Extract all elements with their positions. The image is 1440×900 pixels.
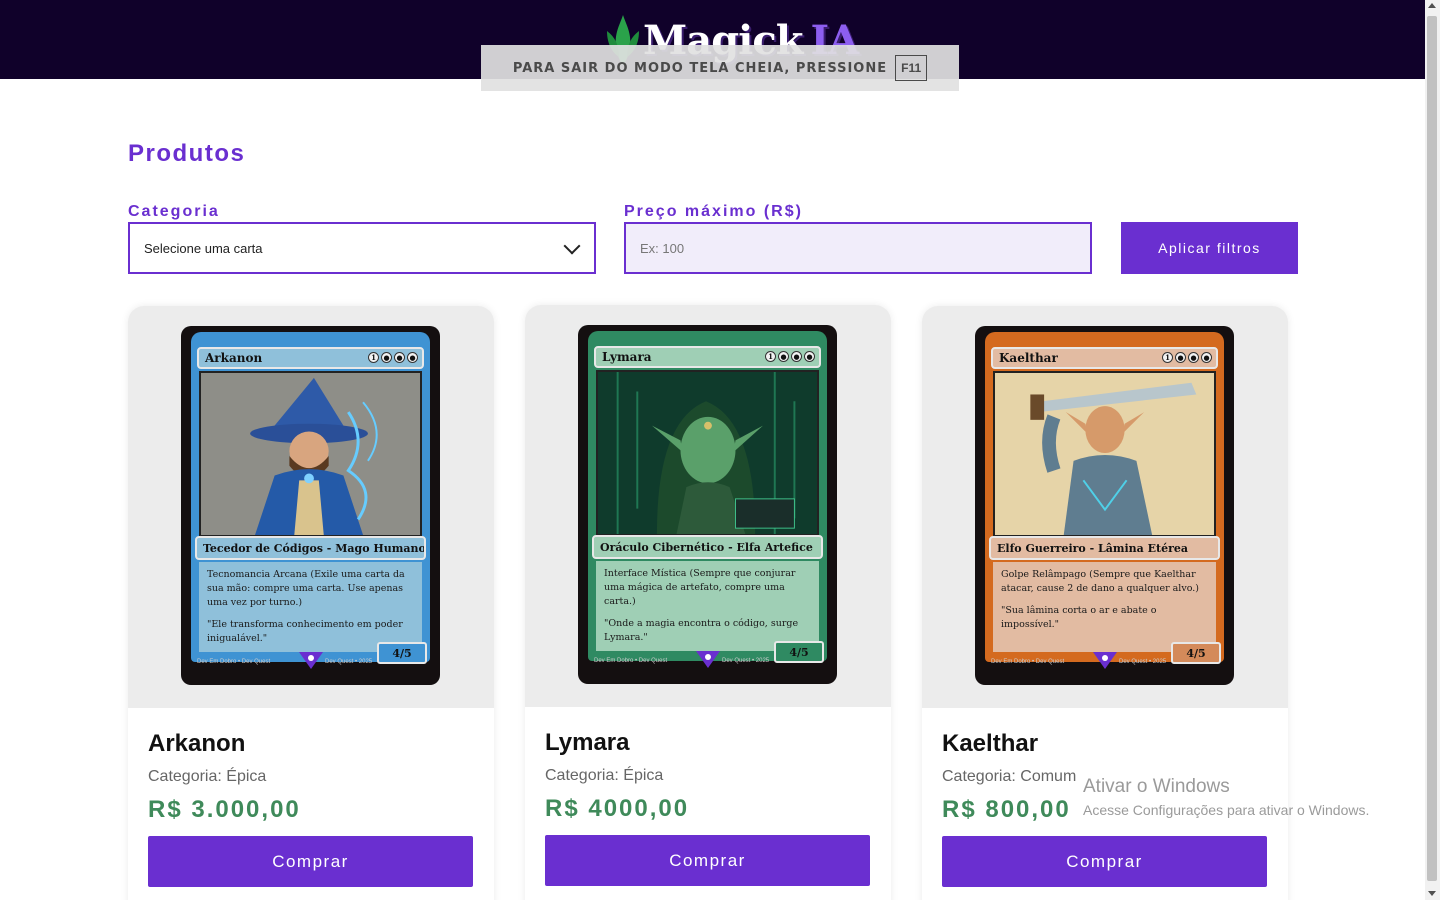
card-rules-text: Golpe Relâmpago (Sempre que Kaelthar ata…: [1001, 569, 1199, 594]
card-title: Kaelthar: [999, 351, 1058, 365]
card-power-toughness: 4/5: [377, 642, 427, 664]
fullscreen-key-badge: F11: [895, 55, 928, 81]
mana-cost-icon: 1 ● ● ●: [765, 351, 815, 362]
card-type-line: Tecedor de Códigos - Mago Humano: [195, 536, 426, 560]
warrior-art-image: [993, 371, 1216, 537]
set-symbol-icon: [696, 651, 720, 668]
product-card: Lymara 1 ● ● ● Oráculo Cibernético - Elfa A…: [525, 305, 891, 900]
elf-art-image: [596, 370, 819, 536]
set-symbol-icon: [1093, 652, 1117, 669]
product-price: R$ 3.000,00: [148, 796, 301, 823]
card-title: Lymara: [602, 350, 652, 364]
card-power-toughness: 4/5: [1171, 642, 1221, 664]
card-title: Arkanon: [205, 351, 263, 365]
watermark-title: Ativar o Windows: [1083, 776, 1230, 797]
card-rules-text: Interface Mística (Sempre que conjurar u…: [604, 568, 796, 607]
category-select[interactable]: Selecione uma carta: [128, 222, 596, 274]
card-image: Arkanon 1 ● ● ● Tecedor de Códigos - Mag…: [181, 326, 440, 685]
card-footer-left: Dev Em Dobro • Dev Quest: [991, 659, 1065, 665]
buy-button[interactable]: Comprar: [942, 836, 1267, 887]
set-symbol-icon: [299, 652, 323, 669]
product-category: Categoria: Épica: [545, 767, 664, 784]
buy-button[interactable]: Comprar: [148, 836, 473, 887]
mana-cost-icon: 1 ● ● ●: [1162, 352, 1212, 363]
card-rules-text: Tecnomancia Arcana (Exile uma carta da s…: [207, 569, 405, 608]
apply-filters-button[interactable]: Aplicar filtros: [1121, 222, 1298, 274]
card-footer-left: Dev Em Dobro • Dev Quest: [197, 659, 271, 665]
fullscreen-notice-text: PARA SAIR DO MODO TELA CHEIA, PRESSIONE: [512, 60, 888, 76]
product-category: Categoria: Comum: [942, 768, 1077, 785]
product-price: R$ 4000,00: [545, 795, 690, 822]
page-title: Produtos: [128, 140, 246, 167]
card-footer-left: Dev Em Dobro • Dev Quest: [594, 658, 668, 664]
card-footer-right: Dev Quest • 2025: [722, 658, 770, 664]
max-price-input[interactable]: [624, 222, 1092, 274]
scrollbar-thumb[interactable]: [1427, 16, 1437, 881]
product-name: Kaelthar: [942, 730, 1039, 757]
card-image: Lymara 1 ● ● ● Oráculo Cibernético - Elfa A…: [578, 325, 837, 684]
product-image-area: Lymara 1 ● ● ● Oráculo Cibernético - Elfa A…: [525, 305, 891, 707]
scroll-down-icon[interactable]: [1428, 891, 1436, 896]
product-name: Lymara: [545, 729, 630, 756]
card-title-bar: Arkanon 1 ● ● ●: [197, 347, 424, 369]
buy-button[interactable]: Comprar: [545, 835, 870, 886]
card-text-box: Interface Mística (Sempre que conjurar u…: [596, 561, 819, 651]
card-type-line: Oráculo Cibernético - Elfa Artefice: [592, 535, 823, 559]
card-text-box: Golpe Relâmpago (Sempre que Kaelthar ata…: [993, 562, 1216, 652]
page: Magick IA PARA SAIR DO MODO TELA CHEIA, …: [0, 0, 1440, 900]
scroll-up-icon[interactable]: [1428, 3, 1436, 8]
card-title-bar: Kaelthar 1 ● ● ●: [991, 347, 1218, 369]
card-type-line: Elfo Guerreiro - Lâmina Etérea: [989, 536, 1220, 560]
product-price: R$ 800,00: [942, 796, 1071, 823]
max-price-label: Preço máximo (R$): [624, 203, 803, 220]
card-footer-right: Dev Quest • 2025: [325, 659, 373, 665]
product-image-area: Kaelthar 1 ● ● ● Elfo Guerreiro - Lâmina Et…: [922, 306, 1288, 708]
product-category: Categoria: Épica: [148, 768, 267, 785]
category-label: Categoria: [128, 203, 220, 220]
mana-cost-icon: 1 ● ● ●: [368, 352, 418, 363]
watermark-subtitle: Acesse Configurações para ativar o Windo…: [1083, 802, 1370, 818]
product-image-area: Arkanon 1 ● ● ● Tecedor de Códigos - Mag…: [128, 306, 494, 708]
product-name: Arkanon: [148, 730, 246, 757]
vertical-scrollbar[interactable]: [1425, 0, 1440, 900]
category-select-value: Selecione uma carta: [144, 240, 263, 256]
card-title-bar: Lymara 1 ● ● ●: [594, 346, 821, 368]
windows-activation-watermark: Ativar o Windows Acesse Configurações pa…: [1083, 776, 1369, 818]
wizard-art-image: [199, 371, 422, 537]
product-card: Arkanon 1 ● ● ● Tecedor de Códigos - Mag…: [128, 306, 494, 900]
card-flavor-text: "Sua lâmina corta o ar e abate o impossí…: [1001, 605, 1157, 630]
chevron-down-icon: [563, 237, 581, 255]
card-text-box: Tecnomancia Arcana (Exile uma carta da s…: [199, 562, 422, 652]
card-footer-right: Dev Quest • 2025: [1119, 659, 1167, 665]
fullscreen-notice: PARA SAIR DO MODO TELA CHEIA, PRESSIONE …: [481, 45, 959, 91]
card-image: Kaelthar 1 ● ● ● Elfo Guerreiro - Lâmina Et…: [975, 326, 1234, 685]
card-power-toughness: 4/5: [774, 641, 824, 663]
